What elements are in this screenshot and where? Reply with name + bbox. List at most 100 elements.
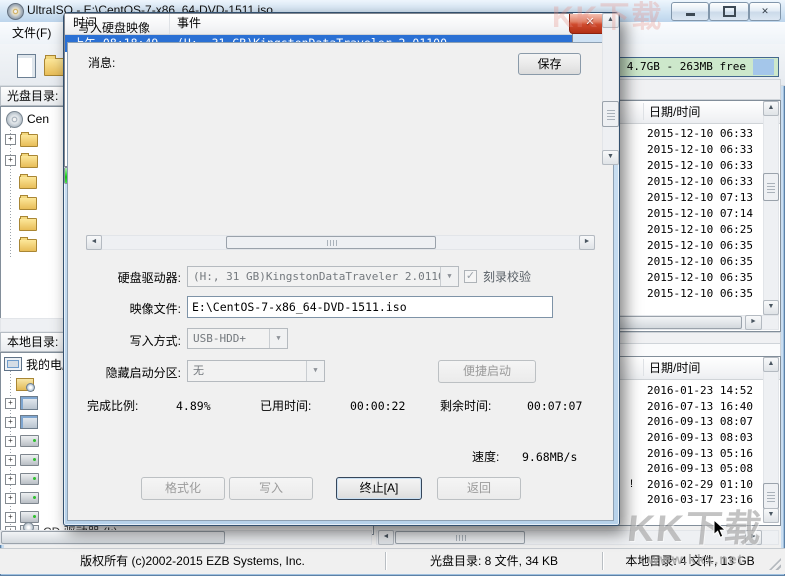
folder-icon (19, 239, 37, 252)
chevron-down-icon[interactable]: ▼ (306, 361, 324, 381)
status-local-summary: 本地目录: 4 文件, 13 GB (606, 553, 774, 570)
format-button[interactable]: 格式化 (141, 477, 225, 500)
expand-icon[interactable]: + (5, 417, 16, 428)
maximize-button[interactable] (709, 2, 749, 21)
remain-label: 剩余时间: (440, 399, 491, 414)
elapsed-value: 00:00:22 (350, 399, 405, 414)
status-divider (385, 552, 386, 570)
date-column-header[interactable]: 日期/时间 (649, 358, 700, 378)
write-method-label: 写入方式: (72, 333, 181, 349)
disc-tree-folder[interactable] (19, 214, 41, 232)
back-button[interactable]: 返回 (437, 477, 521, 500)
disc-tree-folder[interactable] (19, 235, 41, 253)
expand-icon[interactable]: + (5, 512, 16, 523)
verify-label[interactable]: 刻录校验 (483, 269, 531, 285)
drive-icon (20, 435, 39, 447)
new-document-icon[interactable] (17, 54, 36, 78)
abort-button[interactable]: 终止[A] (336, 477, 422, 500)
status-divider (602, 552, 603, 570)
expand-icon[interactable]: + (5, 398, 16, 409)
scroll-left-icon[interactable]: ◄ (86, 235, 102, 250)
scroll-left-icon[interactable]: ◄ (378, 530, 394, 545)
disc-tree-root[interactable]: Cen (6, 110, 49, 128)
event-column-header[interactable]: 事件 (170, 14, 572, 34)
menu-file[interactable]: 文件(F) (8, 25, 55, 41)
chevron-down-icon[interactable]: ▼ (269, 329, 287, 348)
hidden-partition-combobox[interactable]: 无 ▼ (187, 360, 325, 382)
remain-value: 00:07:07 (527, 399, 582, 414)
local-list-vscrollbar[interactable]: ▲ ▼ (763, 357, 779, 523)
scroll-down-icon[interactable]: ▼ (763, 508, 779, 523)
local-tree-item[interactable]: + (5, 413, 42, 431)
local-tree-drive[interactable]: + (5, 470, 43, 488)
column-separator[interactable] (643, 103, 644, 120)
close-icon: ✕ (585, 16, 594, 28)
my-computer-icon (4, 357, 22, 371)
drive-label: 硬盘驱动器: (72, 270, 181, 286)
expand-icon[interactable]: + (5, 134, 16, 145)
scroll-up-icon[interactable]: ▲ (763, 101, 779, 116)
cd-icon (6, 111, 23, 128)
scroll-right-icon[interactable]: ► (745, 315, 762, 330)
done-value: 4.89% (176, 399, 211, 414)
status-disc-summary: 光盘目录: 8 文件, 34 KB (390, 553, 598, 570)
date-column-header[interactable]: 日期/时间 (649, 102, 700, 122)
minimize-icon (686, 13, 695, 16)
scroll-thumb[interactable] (226, 236, 436, 249)
chevron-down-icon[interactable]: ▼ (440, 267, 458, 286)
expand-icon[interactable]: + (5, 436, 16, 447)
close-button[interactable]: ✕ (749, 2, 781, 21)
folder-icon (20, 155, 38, 168)
expand-icon[interactable]: + (5, 155, 16, 166)
drive-combobox[interactable]: (H:, 31 GB)KingstonDataTraveler 2.01100 … (187, 266, 459, 287)
image-file-label: 映像文件: (72, 301, 181, 317)
drive-icon (20, 473, 39, 485)
app-disc-icon (7, 3, 24, 20)
folder-icon (20, 134, 38, 147)
column-separator[interactable] (643, 359, 644, 376)
scroll-right-icon[interactable]: ► (579, 235, 595, 250)
status-copyright: 版权所有 (c)2002-2015 EZB Systems, Inc. (20, 553, 365, 570)
disc-tree-folder[interactable] (19, 172, 41, 190)
expand-icon[interactable]: + (5, 455, 16, 466)
ultraiso-main-window: UltraISO - E:\CentOS-7-x86_64-DVD-1511.i… (0, 0, 785, 576)
elapsed-label: 已用时间: (260, 399, 311, 414)
write-method-combobox[interactable]: USB-HDD+ ▼ (187, 328, 288, 349)
scroll-thumb[interactable] (1, 531, 225, 544)
scroll-thumb[interactable] (395, 531, 525, 544)
close-icon: ✕ (761, 6, 769, 17)
image-file-input[interactable] (187, 296, 553, 318)
local-tree-drive[interactable]: + (5, 489, 43, 507)
local-tree-item[interactable]: + (5, 394, 42, 412)
done-label: 完成比例: (87, 399, 138, 414)
expand-icon[interactable]: + (5, 474, 16, 485)
write-button[interactable]: 写入 (229, 477, 313, 500)
expand-icon[interactable]: + (5, 493, 16, 504)
easy-boot-button[interactable]: 便捷启动 (438, 360, 536, 383)
minimize-button[interactable] (671, 2, 709, 21)
disc-tree-folder[interactable]: + (5, 151, 42, 169)
log-hscrollbar[interactable]: ◄ ► (86, 235, 595, 250)
disc-tree-folder[interactable] (19, 193, 41, 211)
dialog-title: 写入硬盘映像 (78, 21, 150, 36)
scroll-down-icon[interactable]: ▼ (763, 300, 779, 315)
local-tree-item[interactable] (16, 375, 38, 393)
scroll-thumb[interactable] (763, 173, 779, 201)
save-button[interactable]: 保存 (518, 53, 581, 75)
capacity-used-segment (753, 59, 774, 75)
message-label: 消息: (88, 55, 115, 71)
disc-tree-folder[interactable]: + (5, 130, 42, 148)
scroll-up-icon[interactable]: ▲ (763, 357, 779, 372)
local-tree-hscrollbar[interactable] (0, 530, 372, 545)
scroll-thumb[interactable] (763, 483, 779, 509)
mouse-cursor (713, 519, 727, 539)
local-tree-drive[interactable]: + (5, 451, 43, 469)
folder-icon (19, 197, 37, 210)
speed-value: 9.68MB/s (522, 450, 577, 465)
documents-icon (16, 378, 34, 391)
scroll-right-icon[interactable]: ► (745, 530, 762, 545)
maximize-icon (723, 6, 736, 17)
disc-list-vscrollbar[interactable]: ▲ ▼ (763, 101, 779, 315)
local-tree-drive[interactable]: + (5, 432, 43, 450)
verify-checkbox[interactable]: ✓ (464, 270, 477, 283)
